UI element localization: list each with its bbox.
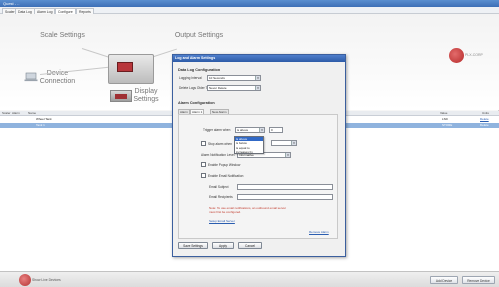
display-image xyxy=(110,90,132,102)
chevron-down-icon: ▾ xyxy=(285,153,290,157)
stop-alarm-label: Stop alarm when xyxy=(208,142,232,146)
popup-label: Enable Popup Window xyxy=(208,163,241,167)
delete-logs-select[interactable]: Never Delete ▾ xyxy=(207,85,261,91)
add-device-button[interactable]: Add Device xyxy=(430,276,458,284)
logging-interval-label: Logging Interval xyxy=(179,76,202,80)
scale-settings-link[interactable]: Scale Settings xyxy=(40,32,85,40)
connector-line xyxy=(81,48,109,58)
column-header: Name xyxy=(28,111,37,115)
chevron-down-icon: ▾ xyxy=(255,76,260,80)
row-value: LSD xyxy=(442,117,448,121)
stop-condition-select[interactable]: ▾ xyxy=(271,140,297,146)
trigger-amount-input[interactable]: 0 xyxy=(269,127,283,133)
save-settings-button[interactable]: Save Settings xyxy=(178,242,208,249)
chevron-down-icon: ▾ xyxy=(255,86,260,90)
email-note: Note: To use email notifications, an out… xyxy=(209,206,286,214)
dropdown-option[interactable]: increases by xyxy=(235,150,263,154)
apply-button[interactable]: Apply xyxy=(212,242,234,249)
log-alarm-settings-dialog: Log and Alarm Settings Data Log Configur… xyxy=(172,54,346,257)
column-header: Units xyxy=(482,111,489,115)
trigger-condition-dropdown: is above is below is equal to increases … xyxy=(234,136,264,154)
company-logo: PLX-CORP xyxy=(449,48,489,64)
status-bar: Show Live Devices Add Device Remove Devi… xyxy=(0,271,499,287)
dialog-title: Log and Alarm Settings xyxy=(173,55,345,62)
column-header: Scaler xyxy=(2,111,11,115)
row-name: Wheel Tank xyxy=(36,117,52,121)
setup-email-server-link[interactable]: Setup Email Server xyxy=(209,219,235,223)
email-label: Enable Email Notification xyxy=(208,174,244,178)
delete-link[interactable]: Delete xyxy=(480,117,489,122)
email-recipients-label: Email Recipients xyxy=(209,195,233,199)
chevron-down-icon: ▾ xyxy=(259,128,264,132)
chevron-down-icon: ▾ xyxy=(291,141,296,145)
trigger-label: Trigger alarm when xyxy=(203,128,231,132)
row-value: STORE xyxy=(442,123,453,127)
remove-alarm-link[interactable]: Remove Alarm xyxy=(309,230,329,234)
display-settings-link[interactable]: Display Settings xyxy=(126,88,166,104)
data-log-heading: Data Log Configuration xyxy=(178,68,221,72)
remove-device-button[interactable]: Remove Device xyxy=(462,276,495,284)
popup-checkbox[interactable] xyxy=(201,162,206,167)
laptop-icon xyxy=(24,72,38,82)
trigger-condition-select[interactable]: is above ▾ xyxy=(235,127,265,133)
delete-link[interactable]: Delete xyxy=(480,123,489,128)
device-image xyxy=(108,54,154,84)
column-header: Value xyxy=(440,111,448,115)
tab-bar: Scaler Data Log Alarm Log Configure Repo… xyxy=(0,7,499,14)
logging-interval-select[interactable]: 10 Seconds ▾ xyxy=(207,75,261,81)
title-bar: Quest - .. xyxy=(0,0,499,7)
show-live-devices-link[interactable]: Show Live Devices xyxy=(32,278,61,282)
cancel-button[interactable]: Cancel xyxy=(238,242,262,249)
stop-alarm-checkbox[interactable] xyxy=(201,141,206,146)
email-subject-input[interactable] xyxy=(237,184,333,190)
row-name: Tank 1 xyxy=(36,123,45,127)
column-header: Alarm xyxy=(12,111,20,115)
output-settings-link[interactable]: Output Settings xyxy=(174,32,224,40)
email-recipients-input[interactable] xyxy=(237,194,333,200)
email-subject-label: Email Subject xyxy=(209,185,229,189)
email-checkbox[interactable] xyxy=(201,173,206,178)
notification-level-label: Alarm Notification Level xyxy=(201,153,235,157)
alarm-config-heading: Alarm Configuration xyxy=(178,101,215,105)
status-logo-icon xyxy=(19,274,31,286)
